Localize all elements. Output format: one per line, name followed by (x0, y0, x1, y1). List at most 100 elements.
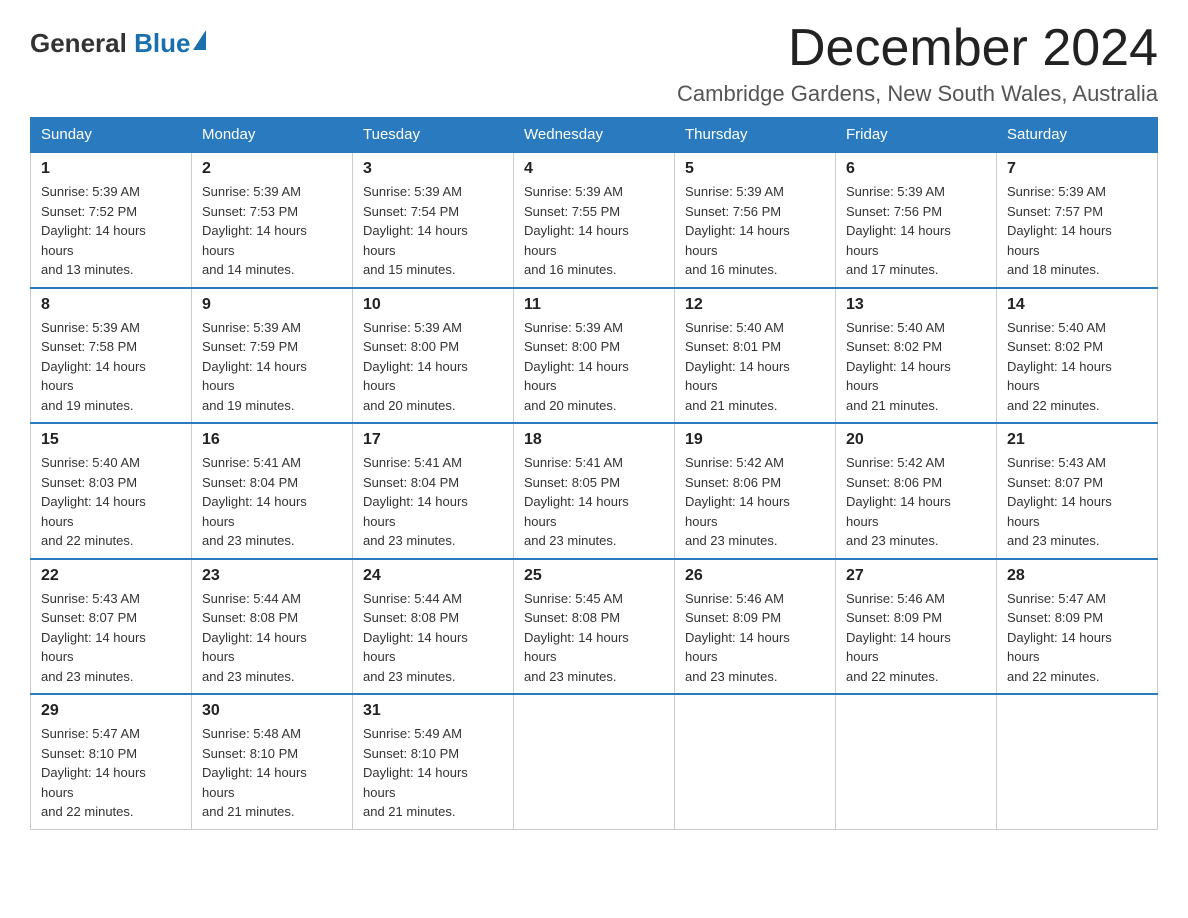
day-number: 8 (41, 296, 181, 314)
title-section: December 2024 Cambridge Gardens, New Sou… (677, 20, 1158, 107)
day-info: Sunrise: 5:39 AMSunset: 7:55 PMDaylight:… (524, 182, 664, 280)
calendar-cell: 2 Sunrise: 5:39 AMSunset: 7:53 PMDayligh… (192, 152, 353, 288)
calendar-cell: 31 Sunrise: 5:49 AMSunset: 8:10 PMDaylig… (353, 694, 514, 829)
day-number: 2 (202, 160, 342, 178)
calendar-table: SundayMondayTuesdayWednesdayThursdayFrid… (30, 117, 1158, 830)
calendar-cell: 8 Sunrise: 5:39 AMSunset: 7:58 PMDayligh… (31, 288, 192, 424)
day-number: 12 (685, 296, 825, 314)
column-header-wednesday: Wednesday (514, 118, 675, 153)
day-info: Sunrise: 5:44 AMSunset: 8:08 PMDaylight:… (363, 589, 503, 687)
day-number: 29 (41, 702, 181, 720)
calendar-cell: 3 Sunrise: 5:39 AMSunset: 7:54 PMDayligh… (353, 152, 514, 288)
calendar-cell (514, 694, 675, 829)
calendar-cell: 25 Sunrise: 5:45 AMSunset: 8:08 PMDaylig… (514, 559, 675, 695)
subtitle: Cambridge Gardens, New South Wales, Aust… (677, 81, 1158, 107)
calendar-cell: 9 Sunrise: 5:39 AMSunset: 7:59 PMDayligh… (192, 288, 353, 424)
day-info: Sunrise: 5:39 AMSunset: 7:58 PMDaylight:… (41, 318, 181, 416)
calendar-cell: 11 Sunrise: 5:39 AMSunset: 8:00 PMDaylig… (514, 288, 675, 424)
day-number: 15 (41, 431, 181, 449)
day-number: 31 (363, 702, 503, 720)
day-number: 7 (1007, 160, 1147, 178)
calendar-header-row: SundayMondayTuesdayWednesdayThursdayFrid… (31, 118, 1158, 153)
day-info: Sunrise: 5:40 AMSunset: 8:02 PMDaylight:… (1007, 318, 1147, 416)
day-info: Sunrise: 5:47 AMSunset: 8:09 PMDaylight:… (1007, 589, 1147, 687)
day-info: Sunrise: 5:44 AMSunset: 8:08 PMDaylight:… (202, 589, 342, 687)
day-number: 14 (1007, 296, 1147, 314)
calendar-cell: 24 Sunrise: 5:44 AMSunset: 8:08 PMDaylig… (353, 559, 514, 695)
day-info: Sunrise: 5:39 AMSunset: 7:57 PMDaylight:… (1007, 182, 1147, 280)
calendar-cell: 1 Sunrise: 5:39 AMSunset: 7:52 PMDayligh… (31, 152, 192, 288)
day-info: Sunrise: 5:39 AMSunset: 8:00 PMDaylight:… (363, 318, 503, 416)
calendar-cell: 13 Sunrise: 5:40 AMSunset: 8:02 PMDaylig… (836, 288, 997, 424)
day-info: Sunrise: 5:39 AMSunset: 8:00 PMDaylight:… (524, 318, 664, 416)
calendar-cell: 17 Sunrise: 5:41 AMSunset: 8:04 PMDaylig… (353, 423, 514, 559)
calendar-week-row: 8 Sunrise: 5:39 AMSunset: 7:58 PMDayligh… (31, 288, 1158, 424)
column-header-sunday: Sunday (31, 118, 192, 153)
day-number: 13 (846, 296, 986, 314)
day-number: 10 (363, 296, 503, 314)
day-info: Sunrise: 5:48 AMSunset: 8:10 PMDaylight:… (202, 724, 342, 822)
logo-text: General Blue (30, 28, 190, 59)
calendar-cell (675, 694, 836, 829)
day-info: Sunrise: 5:43 AMSunset: 8:07 PMDaylight:… (41, 589, 181, 687)
day-info: Sunrise: 5:42 AMSunset: 8:06 PMDaylight:… (685, 453, 825, 551)
day-info: Sunrise: 5:39 AMSunset: 7:59 PMDaylight:… (202, 318, 342, 416)
calendar-cell: 29 Sunrise: 5:47 AMSunset: 8:10 PMDaylig… (31, 694, 192, 829)
calendar-cell: 22 Sunrise: 5:43 AMSunset: 8:07 PMDaylig… (31, 559, 192, 695)
column-header-tuesday: Tuesday (353, 118, 514, 153)
calendar-cell: 18 Sunrise: 5:41 AMSunset: 8:05 PMDaylig… (514, 423, 675, 559)
page-header: General Blue December 2024 Cambridge Gar… (30, 20, 1158, 107)
day-number: 5 (685, 160, 825, 178)
day-number: 25 (524, 567, 664, 585)
day-info: Sunrise: 5:46 AMSunset: 8:09 PMDaylight:… (685, 589, 825, 687)
day-number: 22 (41, 567, 181, 585)
logo: General Blue (30, 28, 190, 59)
main-title: December 2024 (677, 20, 1158, 77)
calendar-cell: 23 Sunrise: 5:44 AMSunset: 8:08 PMDaylig… (192, 559, 353, 695)
logo-general: General (30, 28, 127, 58)
day-number: 30 (202, 702, 342, 720)
day-number: 18 (524, 431, 664, 449)
day-info: Sunrise: 5:39 AMSunset: 7:52 PMDaylight:… (41, 182, 181, 280)
calendar-cell: 5 Sunrise: 5:39 AMSunset: 7:56 PMDayligh… (675, 152, 836, 288)
calendar-cell: 14 Sunrise: 5:40 AMSunset: 8:02 PMDaylig… (997, 288, 1158, 424)
day-number: 27 (846, 567, 986, 585)
day-info: Sunrise: 5:39 AMSunset: 7:54 PMDaylight:… (363, 182, 503, 280)
logo-blue: Blue (127, 28, 191, 58)
day-number: 9 (202, 296, 342, 314)
calendar-cell: 4 Sunrise: 5:39 AMSunset: 7:55 PMDayligh… (514, 152, 675, 288)
calendar-cell: 21 Sunrise: 5:43 AMSunset: 8:07 PMDaylig… (997, 423, 1158, 559)
calendar-cell: 27 Sunrise: 5:46 AMSunset: 8:09 PMDaylig… (836, 559, 997, 695)
day-number: 6 (846, 160, 986, 178)
day-number: 20 (846, 431, 986, 449)
calendar-cell: 10 Sunrise: 5:39 AMSunset: 8:00 PMDaylig… (353, 288, 514, 424)
calendar-week-row: 1 Sunrise: 5:39 AMSunset: 7:52 PMDayligh… (31, 152, 1158, 288)
calendar-cell: 16 Sunrise: 5:41 AMSunset: 8:04 PMDaylig… (192, 423, 353, 559)
day-info: Sunrise: 5:46 AMSunset: 8:09 PMDaylight:… (846, 589, 986, 687)
day-number: 26 (685, 567, 825, 585)
day-info: Sunrise: 5:42 AMSunset: 8:06 PMDaylight:… (846, 453, 986, 551)
day-info: Sunrise: 5:47 AMSunset: 8:10 PMDaylight:… (41, 724, 181, 822)
day-number: 16 (202, 431, 342, 449)
calendar-cell: 26 Sunrise: 5:46 AMSunset: 8:09 PMDaylig… (675, 559, 836, 695)
day-info: Sunrise: 5:41 AMSunset: 8:04 PMDaylight:… (202, 453, 342, 551)
calendar-cell: 12 Sunrise: 5:40 AMSunset: 8:01 PMDaylig… (675, 288, 836, 424)
calendar-week-row: 29 Sunrise: 5:47 AMSunset: 8:10 PMDaylig… (31, 694, 1158, 829)
day-info: Sunrise: 5:40 AMSunset: 8:01 PMDaylight:… (685, 318, 825, 416)
day-number: 3 (363, 160, 503, 178)
column-header-saturday: Saturday (997, 118, 1158, 153)
calendar-cell (997, 694, 1158, 829)
calendar-cell: 15 Sunrise: 5:40 AMSunset: 8:03 PMDaylig… (31, 423, 192, 559)
day-number: 1 (41, 160, 181, 178)
day-info: Sunrise: 5:40 AMSunset: 8:03 PMDaylight:… (41, 453, 181, 551)
day-number: 4 (524, 160, 664, 178)
day-number: 28 (1007, 567, 1147, 585)
day-info: Sunrise: 5:40 AMSunset: 8:02 PMDaylight:… (846, 318, 986, 416)
calendar-cell: 30 Sunrise: 5:48 AMSunset: 8:10 PMDaylig… (192, 694, 353, 829)
day-number: 24 (363, 567, 503, 585)
calendar-cell: 28 Sunrise: 5:47 AMSunset: 8:09 PMDaylig… (997, 559, 1158, 695)
calendar-cell: 7 Sunrise: 5:39 AMSunset: 7:57 PMDayligh… (997, 152, 1158, 288)
day-info: Sunrise: 5:39 AMSunset: 7:56 PMDaylight:… (846, 182, 986, 280)
day-number: 23 (202, 567, 342, 585)
column-header-friday: Friday (836, 118, 997, 153)
